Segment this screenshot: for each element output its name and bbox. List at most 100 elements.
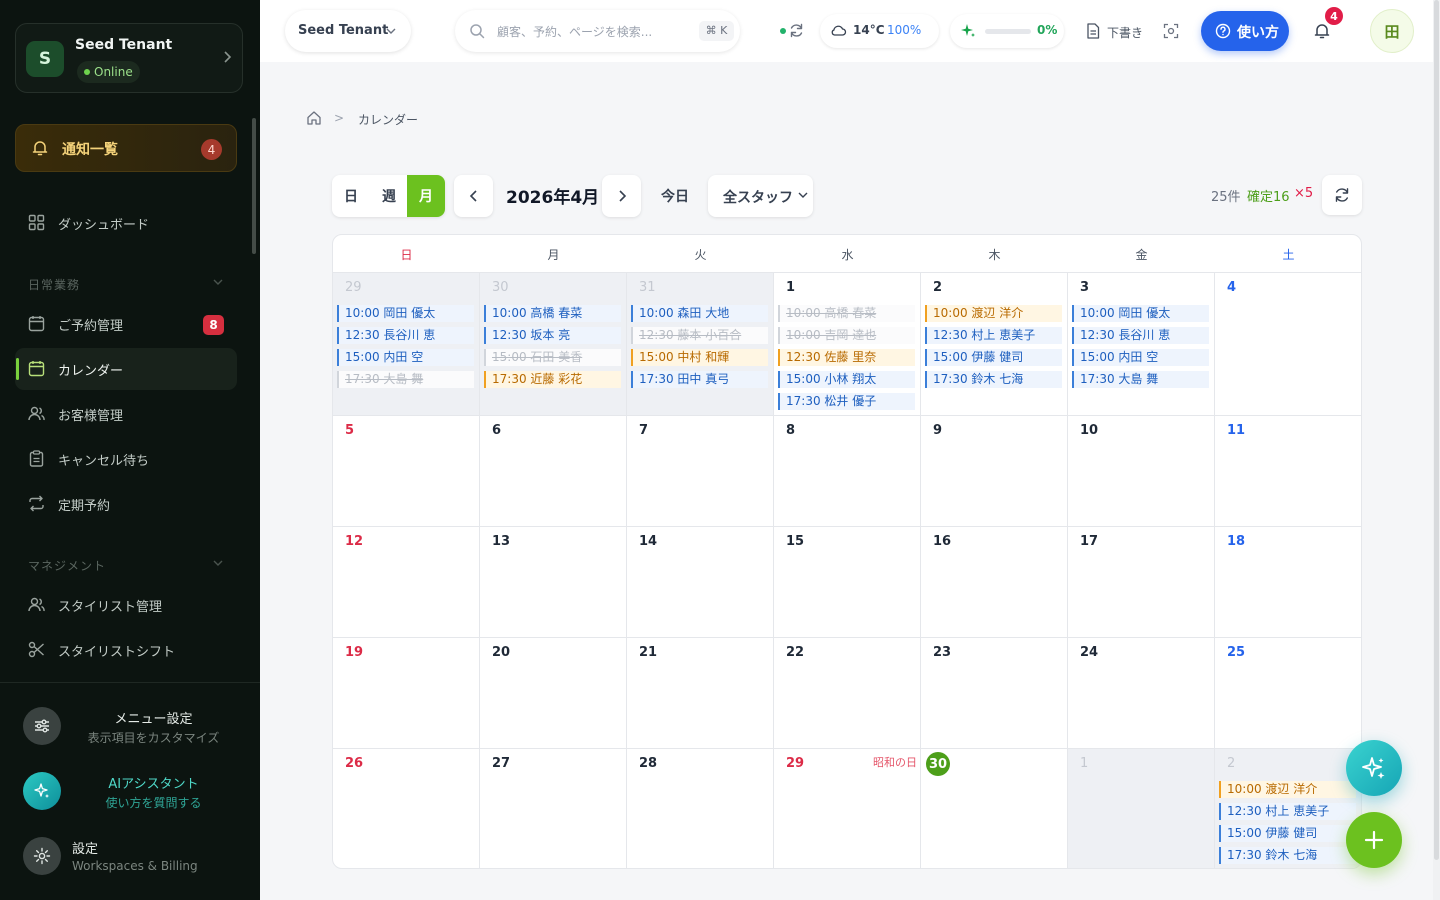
- calendar-day-cell[interactable]: 19: [333, 637, 480, 748]
- calendar-day-cell[interactable]: 8: [774, 415, 921, 526]
- view-month-button[interactable]: 月: [407, 175, 445, 217]
- reservation-event[interactable]: 10:00 岡田 優太: [337, 305, 474, 322]
- sidebar-item-waitlist[interactable]: キャンセル待ち: [15, 438, 237, 480]
- today-button[interactable]: 今日: [652, 175, 698, 217]
- calendar-day-cell[interactable]: 15: [774, 526, 921, 637]
- calendar-day-cell[interactable]: 10: [1068, 415, 1215, 526]
- reservation-event[interactable]: 10:00 岡田 優太: [1072, 305, 1209, 322]
- calendar-day-cell[interactable]: 4: [1215, 272, 1361, 415]
- settings-button[interactable]: 設定 Workspaces & Billing: [23, 829, 248, 885]
- reservation-event[interactable]: 10:00 森田 大地: [631, 305, 768, 322]
- reservation-event[interactable]: 12:30 村上 恵美子: [925, 327, 1062, 344]
- reservation-event[interactable]: 15:00 内田 空: [1072, 349, 1209, 366]
- user-avatar[interactable]: 田: [1370, 9, 1414, 53]
- calendar-day-cell[interactable]: 13: [480, 526, 627, 637]
- calendar-day-cell[interactable]: 6: [480, 415, 627, 526]
- calendar-day-cell[interactable]: 22: [774, 637, 921, 748]
- page-scrollbar[interactable]: [1433, 0, 1440, 900]
- home-icon[interactable]: [306, 110, 322, 126]
- notifications-button[interactable]: 4: [1305, 7, 1343, 48]
- section-daily-operations[interactable]: 日常業務: [28, 274, 224, 294]
- calendar-day-cell[interactable]: 26: [333, 748, 480, 868]
- reservation-event[interactable]: 17:30 田中 真弓: [631, 371, 768, 388]
- calendar-day-cell[interactable]: 12: [333, 526, 480, 637]
- drafts-button[interactable]: 下書き: [1078, 14, 1144, 48]
- global-search[interactable]: 顧客、予約、ページを検索... ⌘ K: [455, 10, 740, 52]
- reservation-event[interactable]: 17:30 大島 舞: [1072, 371, 1209, 388]
- reservation-event[interactable]: 10:00 高橋 春菜: [778, 305, 915, 322]
- calendar-day-cell[interactable]: 16: [921, 526, 1068, 637]
- reservation-event[interactable]: 12:30 村上 恵美子: [1219, 803, 1356, 820]
- sidebar-item-dashboard[interactable]: ダッシュボード: [15, 202, 237, 244]
- calendar-day-cell[interactable]: 30 10:00 高橋 春菜 12:30 坂本 亮 15:00 石田 美香 17:30 …: [480, 272, 627, 415]
- calendar-day-cell[interactable]: 1: [1068, 748, 1215, 868]
- calendar-day-cell[interactable]: 3 10:00 岡田 優太 12:30 長谷川 恵 15:00 内田 空 17:30 大…: [1068, 272, 1215, 415]
- calendar-day-cell[interactable]: 23: [921, 637, 1068, 748]
- calendar-day-cell[interactable]: 30: [921, 748, 1068, 868]
- calendar-day-cell[interactable]: 11: [1215, 415, 1361, 526]
- calendar-day-cell[interactable]: 31 10:00 森田 大地 12:30 藤本 小百合 15:00 中村 和輝 17:3…: [627, 272, 774, 415]
- sidebar-item-stylists[interactable]: スタイリスト管理: [15, 584, 237, 626]
- reservation-event[interactable]: 17:30 松井 優子: [778, 393, 915, 410]
- next-month-button[interactable]: [602, 175, 641, 217]
- sidebar-item-reservations[interactable]: ご予約管理 8: [15, 303, 237, 345]
- calendar-day-cell[interactable]: 7: [627, 415, 774, 526]
- prev-month-button[interactable]: [454, 175, 493, 217]
- section-management[interactable]: マネジメント: [28, 555, 224, 575]
- refresh-calendar-button[interactable]: [1322, 175, 1362, 215]
- reservation-event[interactable]: 15:00 小林 翔太: [778, 371, 915, 388]
- reservation-event[interactable]: 15:00 石田 美香: [484, 349, 621, 366]
- reservation-event[interactable]: 15:00 伊藤 健司: [925, 349, 1062, 366]
- reservation-event[interactable]: 12:30 長谷川 恵: [337, 327, 474, 344]
- calendar-day-cell[interactable]: 18: [1215, 526, 1361, 637]
- calendar-day-cell[interactable]: 24: [1068, 637, 1215, 748]
- calendar-day-cell[interactable]: 25: [1215, 637, 1361, 748]
- add-reservation-fab[interactable]: [1346, 812, 1402, 868]
- sidebar-item-recurring[interactable]: 定期予約: [15, 483, 237, 525]
- staff-filter-select[interactable]: 全スタッフ: [708, 175, 813, 217]
- reservation-event[interactable]: 12:30 長谷川 恵: [1072, 327, 1209, 344]
- reservation-event[interactable]: 10:00 渡辺 洋介: [1219, 781, 1356, 798]
- weather-widget[interactable]: 14°C 100%: [820, 14, 939, 48]
- calendar-day-cell[interactable]: 17: [1068, 526, 1215, 637]
- tenant-select[interactable]: Seed Tenant: [285, 10, 411, 52]
- reservation-event[interactable]: 17:30 近藤 彩花: [484, 371, 621, 388]
- calendar-day-cell[interactable]: 5: [333, 415, 480, 526]
- sidebar-scrollbar[interactable]: [252, 118, 256, 254]
- sidebar-item-calendar[interactable]: カレンダー: [15, 348, 237, 390]
- reservation-event[interactable]: 10:00 渡辺 洋介: [925, 305, 1062, 322]
- sync-status-button[interactable]: [774, 14, 810, 48]
- sidebar-item-customers[interactable]: お客様管理: [15, 393, 237, 435]
- view-day-button[interactable]: 日: [332, 175, 370, 217]
- ai-assistant-button[interactable]: AIアシスタント 使い方を質問する: [23, 764, 248, 820]
- calendar-day-cell[interactable]: 29 10:00 岡田 優太 12:30 長谷川 恵 15:00 内田 空 17:30 …: [333, 272, 480, 415]
- calendar-day-cell[interactable]: 9: [921, 415, 1068, 526]
- calendar-day-cell[interactable]: 2 10:00 渡辺 洋介 12:30 村上 恵美子 15:00 伊藤 健司 17:30…: [1215, 748, 1361, 868]
- reservation-event[interactable]: 12:30 坂本 亮: [484, 327, 621, 344]
- sidebar-item-stylist-shifts[interactable]: スタイリストシフト: [15, 629, 237, 671]
- reservation-event[interactable]: 12:30 藤本 小百合: [631, 327, 768, 344]
- ai-assistant-fab[interactable]: [1346, 740, 1402, 796]
- reservation-event[interactable]: 10:00 高橋 春菜: [484, 305, 621, 322]
- calendar-day-cell[interactable]: 29 昭和の日: [774, 748, 921, 868]
- reservation-event[interactable]: 15:00 伊藤 健司: [1219, 825, 1356, 842]
- calendar-day-cell[interactable]: 27: [480, 748, 627, 868]
- scan-button[interactable]: [1154, 14, 1188, 48]
- reservation-event[interactable]: 10:00 吉岡 達也: [778, 327, 915, 344]
- reservation-event[interactable]: 15:00 内田 空: [337, 349, 474, 366]
- reservation-event[interactable]: 12:30 佐藤 里奈: [778, 349, 915, 366]
- view-week-button[interactable]: 週: [370, 175, 408, 217]
- reservation-event[interactable]: 17:30 大島 舞: [337, 371, 474, 388]
- how-to-use-button[interactable]: 使い方: [1201, 11, 1289, 51]
- calendar-day-cell[interactable]: 21: [627, 637, 774, 748]
- calendar-day-cell[interactable]: 28: [627, 748, 774, 868]
- notifications-list-button[interactable]: 通知一覧 4: [15, 124, 237, 172]
- tenant-switcher[interactable]: S Seed Tenant Online: [15, 23, 243, 93]
- reservation-event[interactable]: 15:00 中村 和輝: [631, 349, 768, 366]
- calendar-day-cell[interactable]: 1 10:00 高橋 春菜 10:00 吉岡 達也 12:30 佐藤 里奈 15:00 …: [774, 272, 921, 415]
- reservation-event[interactable]: 17:30 鈴木 七海: [925, 371, 1062, 388]
- calendar-day-cell[interactable]: 20: [480, 637, 627, 748]
- menu-settings-button[interactable]: メニュー設定 表示項目をカスタマイズ: [23, 699, 248, 755]
- calendar-day-cell[interactable]: 14: [627, 526, 774, 637]
- calendar-day-cell[interactable]: 2 10:00 渡辺 洋介 12:30 村上 恵美子 15:00 伊藤 健司 17:30…: [921, 272, 1068, 415]
